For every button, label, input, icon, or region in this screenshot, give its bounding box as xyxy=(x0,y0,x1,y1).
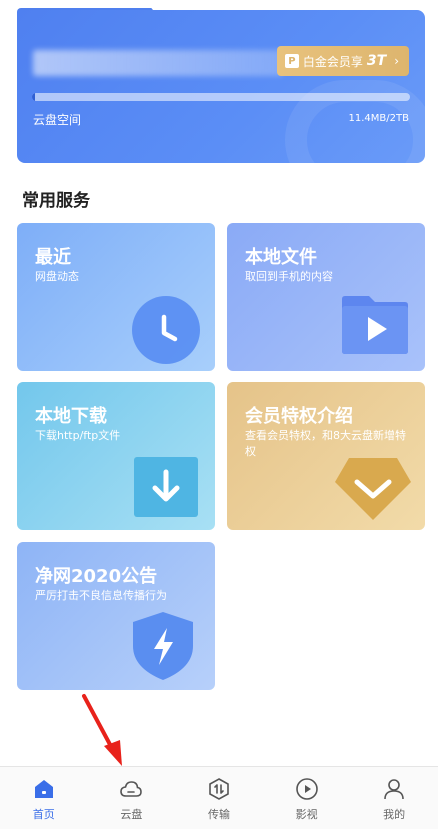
play-circle-icon xyxy=(295,778,318,800)
folder-play-icon xyxy=(342,296,408,354)
cloud-icon xyxy=(120,781,143,797)
tab-video[interactable]: 影视 xyxy=(263,767,351,829)
storage-progress-fill xyxy=(32,93,36,101)
blurred-username xyxy=(33,50,283,76)
user-icon xyxy=(384,779,404,800)
home-icon xyxy=(34,780,53,798)
service-card-vip-privileges[interactable]: 会员特权介绍 查看会员特权，和8大云盘新增特权 xyxy=(227,382,425,530)
chevron-right-icon: › xyxy=(394,54,399,68)
card-subtitle: 严厉打击不良信息传播行为 xyxy=(35,589,167,602)
clock-icon xyxy=(132,296,200,364)
card-title: 净网2020公告 xyxy=(35,566,158,587)
tab-home[interactable]: 首页 xyxy=(0,767,88,829)
transfer-icon xyxy=(209,778,229,800)
service-card-local-download[interactable]: 本地下载 下载http/ftp文件 xyxy=(17,382,215,530)
download-icon xyxy=(134,457,198,517)
diamond-icon xyxy=(335,458,411,520)
storage-usage: 11.4MB/2TB xyxy=(348,113,409,124)
card-title: 最近 xyxy=(35,247,71,268)
card-title: 本地文件 xyxy=(245,247,317,268)
storage-card[interactable]: P 白金会员享 3T › 云盘空间 11.4MB/2TB xyxy=(17,10,425,163)
vip-upgrade-button[interactable]: P 白金会员享 3T › xyxy=(276,46,409,76)
tab-label: 首页 xyxy=(32,808,55,821)
annotation-arrow-icon xyxy=(82,694,122,766)
vip-badge-label: 白金会员享 xyxy=(302,54,363,69)
vip-p-icon: P xyxy=(284,54,299,68)
tab-label: 影视 xyxy=(295,808,318,821)
storage-progress-bar xyxy=(32,93,410,101)
tab-mine[interactable]: 我的 xyxy=(350,767,438,829)
tab-label: 云盘 xyxy=(120,808,143,821)
app-page: P 白金会员享 3T › 云盘空间 11.4MB/2TB 常用服务 最近 网盘动… xyxy=(0,0,438,829)
card-subtitle: 取回到手机的内容 xyxy=(245,270,333,283)
tab-label: 传输 xyxy=(207,808,230,821)
service-card-recent[interactable]: 最近 网盘动态 xyxy=(17,223,215,371)
vip-badge-capacity: 3T xyxy=(366,53,387,69)
tab-cloud[interactable]: 云盘 xyxy=(88,767,176,829)
card-title: 会员特权介绍 xyxy=(245,406,353,427)
card-subtitle: 网盘动态 xyxy=(35,270,79,283)
service-card-notice[interactable]: 净网2020公告 严厉打击不良信息传播行为 xyxy=(17,542,215,690)
section-title: 常用服务 xyxy=(22,191,90,211)
storage-label: 云盘空间 xyxy=(33,113,82,127)
bottom-tab-bar: 首页 云盘 传输 影视 我的 xyxy=(0,766,438,829)
service-card-local-files[interactable]: 本地文件 取回到手机的内容 xyxy=(227,223,425,371)
tab-label: 我的 xyxy=(383,808,406,821)
tab-transfer[interactable]: 传输 xyxy=(175,767,263,829)
card-title: 本地下载 xyxy=(35,406,107,427)
shield-lightning-icon xyxy=(133,612,193,680)
card-subtitle: 下载http/ftp文件 xyxy=(35,429,121,442)
